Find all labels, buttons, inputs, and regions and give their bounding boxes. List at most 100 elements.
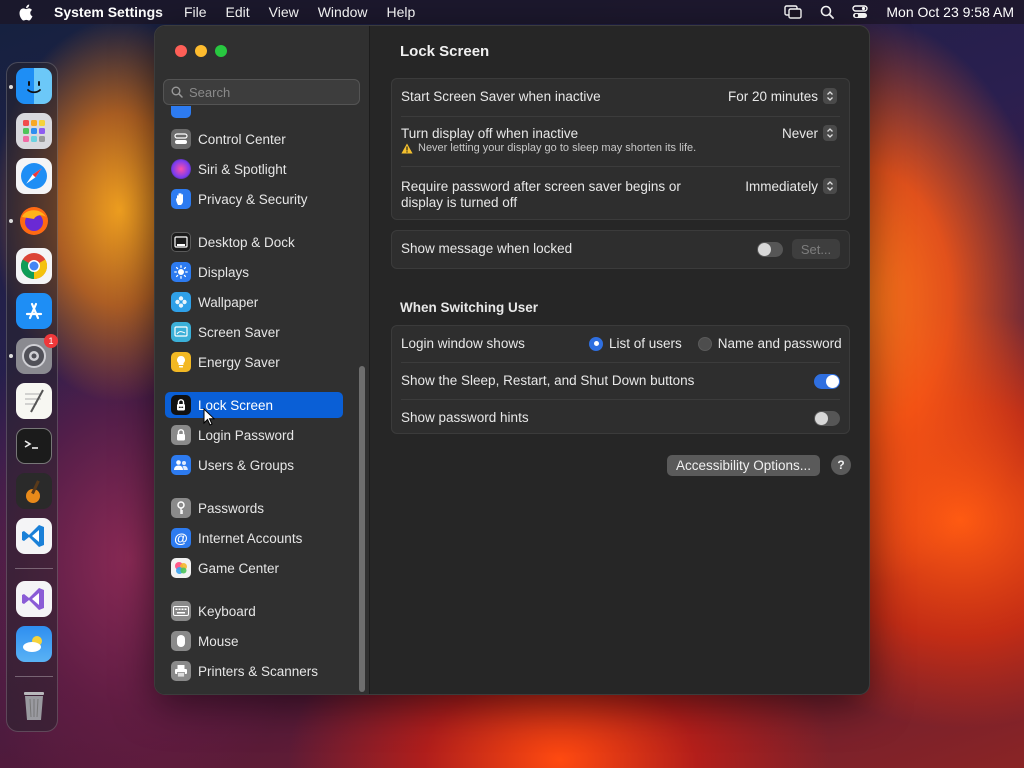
sidebar-item-label: Mouse	[198, 633, 239, 649]
lock-message-group: Show message when locked Set...	[391, 230, 850, 269]
trash-icon[interactable]	[16, 688, 52, 724]
sidebar-item-label: Wallpaper	[198, 294, 259, 310]
sidebar-item-internet-accounts[interactable]: @ Internet Accounts	[165, 525, 343, 551]
sidebar-item-displays[interactable]: Displays	[165, 259, 343, 285]
safari-icon[interactable]	[16, 158, 52, 194]
sidebar-item-hidden[interactable]	[165, 106, 343, 118]
sidebar-item-users-groups[interactable]: Users & Groups	[165, 452, 343, 478]
garageband-icon[interactable]	[16, 473, 52, 509]
menu-bar-clock[interactable]: Mon Oct 23 9:58 AM	[886, 4, 1014, 20]
sidebar-item-game-center[interactable]: Game Center	[165, 555, 343, 581]
password-hints-toggle[interactable]	[814, 411, 840, 426]
hand-icon	[171, 189, 191, 209]
menu-window[interactable]: Window	[318, 4, 368, 20]
row-divider	[401, 166, 840, 167]
sidebar-item-label: Desktop & Dock	[198, 234, 295, 250]
sidebar-item-printers-scanners[interactable]: Printers & Scanners	[165, 658, 343, 684]
dock-separator	[15, 676, 53, 677]
dock-icon	[171, 232, 191, 252]
zoom-window-button[interactable]	[215, 45, 227, 57]
sidebar-item-label: Displays	[198, 264, 250, 280]
display-off-popup[interactable]: Never	[782, 125, 837, 141]
sidebar-item-desktop-dock[interactable]: Desktop & Dock	[165, 229, 343, 255]
app-store-icon[interactable]	[16, 293, 52, 329]
sidebar-item-siri-spotlight[interactable]: Siri & Spotlight	[165, 156, 343, 182]
password-hints-label: Show password hints	[401, 410, 529, 425]
menu-file[interactable]: File	[184, 4, 207, 20]
sidebar-item-energy-saver[interactable]: Energy Saver	[165, 349, 343, 375]
radio-label: List of users	[609, 336, 682, 351]
sidebar-item-label: Passwords	[198, 500, 265, 516]
help-button[interactable]: ?	[831, 455, 851, 475]
radio-name-and-password[interactable]: Name and password	[697, 336, 842, 351]
sidebar-item-wallpaper[interactable]: Wallpaper	[165, 289, 343, 315]
finder-icon[interactable]	[16, 68, 52, 104]
sidebar-item-label: Privacy & Security	[198, 191, 308, 207]
accessibility-options-button[interactable]: Accessibility Options...	[667, 455, 820, 476]
sidebar-item-login-password[interactable]: Login Password	[165, 422, 343, 448]
require-password-value: Immediately	[745, 178, 818, 194]
control-center-menu-icon[interactable]	[852, 5, 869, 19]
launchpad-icon[interactable]	[16, 113, 52, 149]
display-warning: Never letting your display go to sleep m…	[401, 142, 696, 154]
keyboard-icon	[171, 601, 191, 621]
visual-studio-icon[interactable]	[16, 581, 52, 617]
screen-saver-icon	[171, 322, 191, 342]
sidebar-item-label: Login Password	[198, 427, 295, 443]
system-settings-dock-icon[interactable]: 1	[16, 334, 58, 374]
dock: 1	[6, 62, 58, 732]
switching-user-heading: When Switching User	[400, 300, 539, 315]
row-divider	[401, 116, 840, 117]
system-settings-window: Control Center Siri & Spotlight Privacy …	[154, 25, 870, 695]
menu-help[interactable]: Help	[387, 4, 416, 20]
sidebar-scrollbar[interactable]	[359, 366, 365, 692]
screen-saver-label: Start Screen Saver when inactive	[401, 89, 601, 104]
sidebar-search[interactable]	[163, 79, 360, 105]
sidebar-item-passwords[interactable]: Passwords	[165, 495, 343, 521]
notification-badge: 1	[44, 334, 58, 348]
weather-icon[interactable]	[16, 626, 52, 662]
sidebar-item-label: Energy Saver	[198, 354, 280, 370]
display-warning-text: Never letting your display go to sleep m…	[418, 142, 697, 154]
minimize-window-button[interactable]	[195, 45, 207, 57]
sidebar-item-control-center[interactable]: Control Center	[165, 126, 343, 152]
sidebar-item-mouse[interactable]: Mouse	[165, 628, 343, 654]
screen-saver-popup[interactable]: For 20 minutes	[728, 88, 837, 104]
show-message-toggle[interactable]	[757, 242, 783, 257]
search-input[interactable]	[189, 84, 349, 100]
login-window-label: Login window shows	[401, 336, 525, 351]
radio-dot	[697, 336, 712, 351]
chevron-updown-icon	[823, 88, 837, 104]
toggle-knob	[826, 375, 839, 388]
menu-view[interactable]: View	[269, 4, 299, 20]
menu-edit[interactable]: Edit	[226, 4, 250, 20]
screen-mirroring-icon[interactable]	[784, 5, 803, 19]
sleep-buttons-toggle[interactable]	[814, 374, 840, 389]
vscode-icon[interactable]	[16, 518, 52, 554]
sidebar-item-label: Control Center	[198, 131, 286, 147]
textedit-icon[interactable]	[16, 383, 52, 419]
sidebar-item-lock-screen[interactable]: Lock Screen	[165, 392, 343, 418]
sidebar-item-keyboard[interactable]: Keyboard	[165, 598, 343, 624]
terminal-icon[interactable]	[16, 428, 52, 464]
page-title: Lock Screen	[400, 43, 490, 60]
sidebar-item-screen-saver[interactable]: Screen Saver	[165, 319, 343, 345]
app-name-menu[interactable]: System Settings	[54, 4, 163, 20]
show-message-label: Show message when locked	[401, 241, 573, 256]
sidebar-item-privacy-security[interactable]: Privacy & Security	[165, 186, 343, 212]
chrome-icon[interactable]	[16, 248, 52, 284]
search-icon	[171, 86, 183, 98]
toggle-knob	[758, 243, 771, 256]
close-window-button[interactable]	[175, 45, 187, 57]
sun-icon	[171, 262, 191, 282]
lock-icon	[171, 395, 191, 415]
firefox-icon[interactable]	[16, 203, 52, 239]
lock-settings-group: Start Screen Saver when inactive For 20 …	[391, 78, 850, 220]
require-password-popup[interactable]: Immediately	[745, 178, 837, 194]
set-message-button[interactable]: Set...	[792, 239, 840, 259]
spotlight-search-icon[interactable]	[820, 5, 835, 19]
radio-list-of-users[interactable]: List of users	[589, 336, 682, 351]
apple-menu-icon[interactable]	[18, 4, 38, 21]
sidebar-item-label: Printers & Scanners	[198, 663, 319, 679]
lock-icon	[171, 425, 191, 445]
